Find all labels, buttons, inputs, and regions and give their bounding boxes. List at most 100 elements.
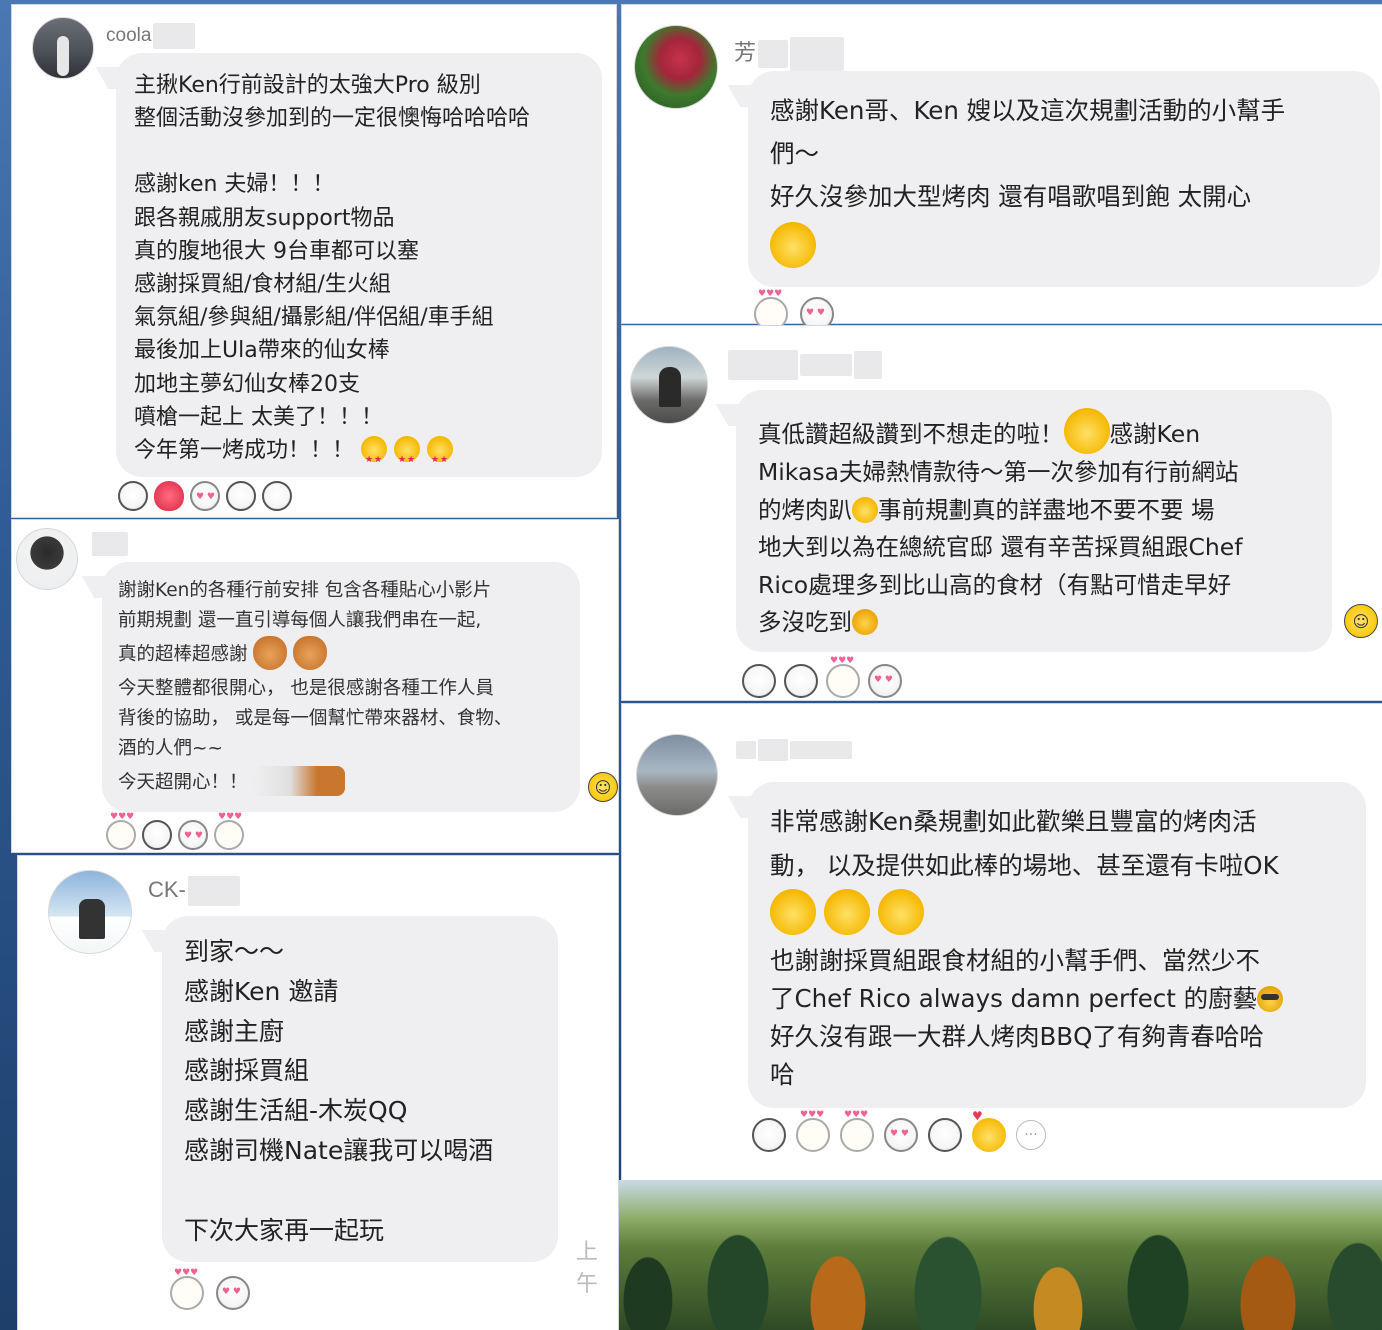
laugh-sticker-icon[interactable] bbox=[752, 1118, 786, 1152]
message-line: 感謝採買組/食材組/生火組 bbox=[134, 272, 391, 298]
laugh-sticker-icon[interactable] bbox=[118, 481, 148, 511]
author-name[interactable] bbox=[734, 736, 852, 762]
message-line: 主揪Ken行前設計的太強大Pro 級別 bbox=[134, 73, 481, 98]
message-bubble: 主揪Ken行前設計的太強大Pro 級別 整個活動沒參加到的一定很懊悔哈哈哈哈 感… bbox=[116, 53, 602, 477]
message-bubble: 感謝Ken哥、Ken 嫂以及這次規劃活動的小幫手 們～ 好久沒參加大型烤肉 還有… bbox=[748, 71, 1380, 287]
post-panel-5: 真低讚超級讚到不想走的啦！ 感謝Ken Mikasa夫婦熱情款待～第一次參加有行前… bbox=[622, 326, 1382, 700]
message-line: Rico處理多到比山高的食材（有點可惜走早好 bbox=[758, 570, 1232, 599]
message-line: 氣氛組/參與組/攝影組/伴侶組/車手組 bbox=[134, 305, 494, 331]
message-line: 整個活動沒參加到的一定很懊悔哈哈哈哈 bbox=[134, 106, 531, 132]
bear-emoji bbox=[293, 636, 328, 670]
post-panel-1: coola 主揪Ken行前設計的太強大Pro 級別 整個活動沒參加到的一定很懊悔… bbox=[12, 5, 616, 517]
grin-emoji bbox=[852, 496, 878, 523]
message-line: 們～ bbox=[770, 139, 819, 168]
star-eyes-emoji bbox=[361, 436, 388, 477]
message-line: 感謝Ken哥、Ken 嫂以及這次規劃活動的小幫手 bbox=[770, 96, 1286, 125]
star-eyes-emoji bbox=[394, 436, 421, 477]
message-line: 背後的協助， 或是每一個幫忙帶來器材、食物、 bbox=[118, 708, 513, 729]
message-line: 前期規劃 還一直引導每個人讓我們串在一起, bbox=[118, 610, 482, 631]
message-bubble: 謝謝Ken的各種行前安排 包含各種貼心小影片 前期規劃 還一直引導每個人讓我們串… bbox=[102, 562, 580, 812]
reaction-bar: ··· bbox=[752, 1109, 1046, 1152]
message-line: 地大到以為在總統官邸 還有辛苦採買組跟Chef bbox=[758, 533, 1243, 562]
heart-sticker-icon[interactable] bbox=[154, 481, 184, 511]
sunglasses-emoji bbox=[1257, 986, 1284, 1012]
love-sticker-icon[interactable] bbox=[190, 481, 220, 511]
cat-love-sticker-icon[interactable] bbox=[826, 656, 860, 698]
author-name[interactable] bbox=[726, 350, 882, 380]
party-chick-emoji bbox=[770, 222, 816, 268]
background-forest-image bbox=[618, 1180, 1382, 1330]
author-name[interactable] bbox=[90, 532, 128, 556]
laugh-sticker-icon[interactable] bbox=[262, 481, 292, 511]
message-line: 了Chef Rico always damn perfect 的廚藝 bbox=[770, 980, 1366, 1018]
smile-reaction-button[interactable]: ☺ bbox=[588, 772, 618, 802]
message-line: 跟各親戚朋友support物品 bbox=[134, 205, 395, 231]
bunny-sticker-icon[interactable] bbox=[796, 1110, 830, 1152]
sticker-emoji bbox=[253, 766, 346, 796]
more-reactions-button[interactable]: ··· bbox=[1016, 1120, 1046, 1150]
avatar[interactable] bbox=[636, 734, 718, 816]
love-chick-emoji bbox=[823, 889, 870, 935]
love-chick-emoji bbox=[770, 889, 816, 935]
reaction-bar bbox=[170, 1268, 250, 1310]
message-line: 到家～～ bbox=[184, 937, 285, 966]
laugh-sticker-icon[interactable] bbox=[142, 820, 172, 850]
message-line: 今天超開心！！ bbox=[118, 764, 580, 802]
laugh-sticker-icon[interactable] bbox=[742, 664, 776, 698]
message-line: 噴槍一起上 太美了！！！ bbox=[134, 404, 383, 430]
author-name[interactable]: coola bbox=[106, 23, 196, 49]
message-line: 動， 以及提供如此棒的場地、甚至還有卡啦OK bbox=[770, 851, 1279, 880]
laugh-sticker-icon[interactable] bbox=[928, 1118, 962, 1152]
love-sticker-icon[interactable] bbox=[868, 664, 902, 698]
message-line: 真的超棒超感謝 bbox=[118, 636, 580, 674]
author-name[interactable]: 芳 bbox=[734, 35, 845, 72]
crying-emoji bbox=[852, 609, 878, 636]
heart-eyes-sticker-icon[interactable] bbox=[178, 820, 208, 850]
cat-love-sticker-icon[interactable] bbox=[170, 1268, 204, 1310]
message-line: 哈 bbox=[770, 1060, 795, 1089]
post-panel-2: 謝謝Ken的各種行前安排 包含各種貼心小影片 前期規劃 還一直引導每個人讓我們串… bbox=[12, 520, 618, 852]
bear-emoji bbox=[253, 636, 288, 670]
message-bubble: 到家～～ 感謝Ken 邀請 感謝主廚 感謝採買組 感謝生活組-木炭QQ 感謝司機… bbox=[162, 916, 558, 1262]
avatar[interactable] bbox=[48, 870, 132, 954]
cat-love-sticker-icon[interactable] bbox=[840, 1110, 874, 1152]
star-eyes-emoji bbox=[427, 436, 454, 477]
avatar[interactable] bbox=[32, 17, 94, 79]
message-line: 的烤肉趴 事前規劃真的詳盡地不要不要 場 bbox=[758, 495, 1215, 524]
message-line: 感謝採買組 bbox=[184, 1056, 310, 1086]
author-name[interactable]: CK- bbox=[148, 876, 240, 906]
laugh-sticker-icon[interactable] bbox=[226, 481, 256, 511]
message-line: 非常感謝Ken桑規劃如此歡樂且豐富的烤肉活 bbox=[770, 807, 1257, 836]
message-line: 也謝謝採買組跟食材組的小幫手們、當然少不 bbox=[770, 946, 1260, 975]
reaction-bar bbox=[106, 812, 244, 850]
avatar[interactable] bbox=[16, 528, 78, 590]
message-line: 最後加上Ula帶來的仙女棒 bbox=[134, 338, 390, 364]
post-panel-3: CK- 到家～～ 感謝Ken 邀請 感謝主廚 感謝採買組 感謝生活組-木炭QQ … bbox=[18, 856, 618, 1330]
love-sticker-icon[interactable] bbox=[216, 1276, 250, 1310]
avatar[interactable] bbox=[634, 25, 718, 109]
message-line: 加地主夢幻仙女棒20支 bbox=[134, 371, 360, 397]
love-chick-emoji bbox=[877, 889, 924, 935]
post-panel-4: 芳 感謝Ken哥、Ken 嫂以及這次規劃活動的小幫手 們～ 好久沒參加大型烤肉 … bbox=[622, 5, 1382, 331]
chick-love-sticker-icon[interactable] bbox=[972, 1109, 1006, 1152]
love-sticker-icon[interactable] bbox=[884, 1118, 918, 1152]
message-line: 今年第一烤成功！！！ bbox=[134, 434, 602, 477]
message-line: 好久沒有跟一大群人烤肉BBQ了有夠青春哈哈 bbox=[770, 1022, 1264, 1051]
reaction-bar bbox=[118, 481, 292, 511]
cat-sticker-icon[interactable] bbox=[214, 812, 244, 850]
message-line: Mikasa夫婦熱情款待～第一次參加有行前網站 bbox=[758, 458, 1239, 486]
avatar[interactable] bbox=[630, 346, 708, 424]
message-bubble: 非常感謝Ken桑規劃如此歡樂且豐富的烤肉活 動， 以及提供如此棒的場地、甚至還有… bbox=[748, 782, 1366, 1108]
message-line: 感謝主廚 bbox=[184, 1016, 285, 1046]
message-line: 多沒吃到 bbox=[758, 604, 1332, 642]
message-line: 好久沒參加大型烤肉 還有唱歌唱到飽 太開心 bbox=[770, 182, 1252, 211]
message-line: 真低讚超級讚到不想走的啦！ 感謝Ken bbox=[758, 408, 1332, 454]
laugh-sticker-icon[interactable] bbox=[784, 664, 818, 698]
message-line: 感謝Ken 邀請 bbox=[184, 976, 339, 1006]
cheering-chick-emoji bbox=[1063, 408, 1110, 454]
message-line: 今天整體都很開心， 也是很感謝各種工作人員 bbox=[118, 678, 494, 699]
post-panel-6: 非常感謝Ken桑規劃如此歡樂且豐富的烤肉活 動， 以及提供如此棒的場地、甚至還有… bbox=[622, 704, 1382, 1180]
smile-reaction-button[interactable]: ☺ bbox=[1344, 604, 1378, 638]
message-line: 謝謝Ken的各種行前安排 包含各種貼心小影片 bbox=[118, 580, 492, 601]
cat-love-sticker-icon[interactable] bbox=[106, 812, 136, 850]
